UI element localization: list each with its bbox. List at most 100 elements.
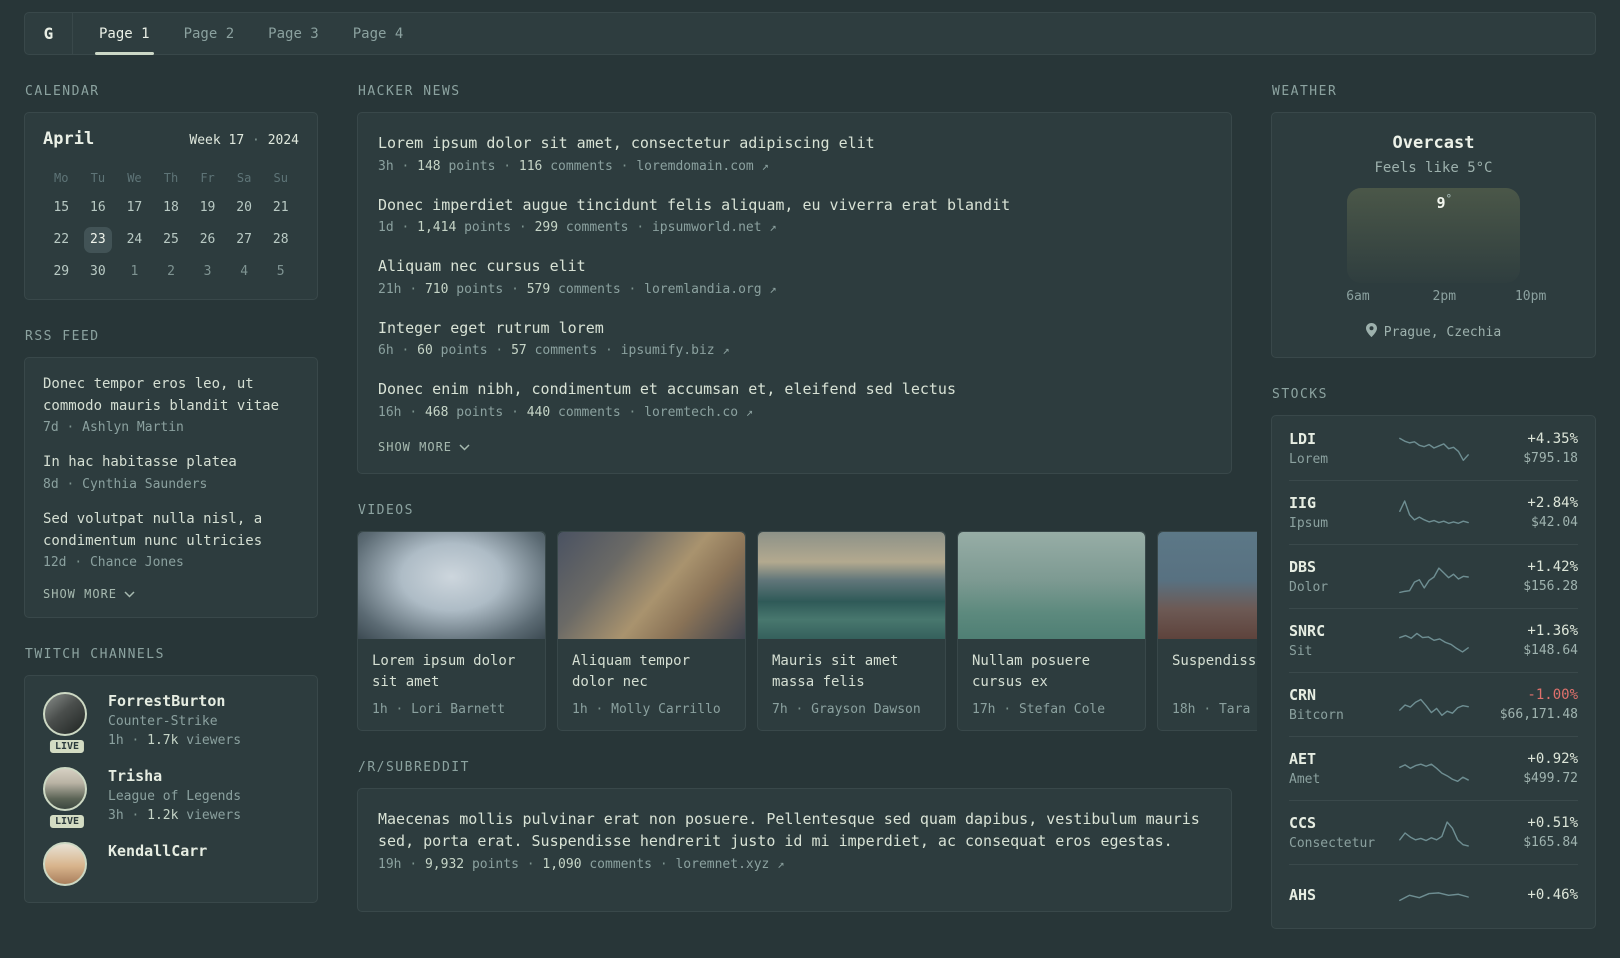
calendar-day[interactable]: 29 <box>47 259 76 285</box>
calendar-day[interactable]: 1 <box>120 259 149 285</box>
reddit-post-title[interactable]: Maecenas mollis pulvinar erat non posuer… <box>378 808 1211 853</box>
avatar[interactable] <box>43 767 87 812</box>
calendar-day[interactable]: 19 <box>193 195 222 221</box>
hn-item-domain-link[interactable]: ipsumify.biz <box>621 343 715 358</box>
calendar-day[interactable]: 30 <box>84 259 113 285</box>
video-title[interactable]: Aliquam tempor dolor nec pharetra… <box>572 651 731 695</box>
rss-show-more-button[interactable]: SHOW MORE <box>43 587 299 601</box>
stock-row: CCS Consectetur +0.51% $165.84 <box>1289 800 1578 864</box>
hn-item-domain-link[interactable]: loremlandia.org <box>644 282 761 297</box>
video-title[interactable]: Nullam posuere cursus ex <box>972 651 1131 695</box>
video-title[interactable]: Suspendisse diam <box>1172 651 1257 695</box>
stock-symbol[interactable]: CRN <box>1289 686 1385 704</box>
calendar-day[interactable]: 3 <box>193 259 222 285</box>
right-column: WEATHER Overcast Feels like 5°C 9° 6am 2pm… <box>1271 84 1596 958</box>
calendar-day[interactable]: 2 <box>157 259 186 285</box>
calendar-day[interactable]: 4 <box>230 259 259 285</box>
calendar-day[interactable]: 21 <box>266 195 295 221</box>
weather-time-label: 2pm <box>1432 289 1457 304</box>
hn-item-domain-link[interactable]: loremtech.co <box>644 405 738 420</box>
calendar-day[interactable]: 5 <box>266 259 295 285</box>
subreddit-section-title: /R/SUBREDDIT <box>358 759 470 775</box>
calendar-day[interactable]: 20 <box>230 195 259 221</box>
video-thumbnail[interactable] <box>358 531 545 639</box>
hn-item-domain-link[interactable]: ipsumworld.net <box>652 220 762 235</box>
middle-column: HACKER NEWS Lorem ipsum dolor sit amet, … <box>357 84 1257 958</box>
stock-symbol[interactable]: CCS <box>1289 814 1385 832</box>
hn-item-domain-link[interactable]: loremdomain.com <box>636 159 753 174</box>
calendar-day[interactable]: 18 <box>157 195 186 221</box>
stock-change: +0.92% <box>1527 751 1578 767</box>
stock-price: $156.28 <box>1523 579 1578 594</box>
calendar-day[interactable]: 16 <box>84 195 113 221</box>
twitch-channel: LIVE Trisha League of Legends 3h · 1.2k … <box>43 767 299 831</box>
rss-item-title[interactable]: In hac habitasse platea <box>43 452 299 474</box>
stock-symbol[interactable]: AET <box>1289 750 1385 768</box>
stock-sparkline <box>1385 878 1482 916</box>
hn-show-more-button[interactable]: SHOW MORE <box>378 440 1211 454</box>
calendar-day[interactable]: 25 <box>157 227 186 253</box>
calendar-day[interactable]: 22 <box>47 227 76 253</box>
weather-current-temp: 9° <box>1436 192 1453 212</box>
chevron-down-icon <box>459 440 470 454</box>
rss-item-title[interactable]: Sed volutpat nulla nisl, a condimentum n… <box>43 509 299 552</box>
calendar-day[interactable]: 17 <box>120 195 149 221</box>
stock-symbol[interactable]: DBS <box>1289 558 1385 576</box>
subreddit-widget: /R/SUBREDDIT Maecenas mollis pulvinar er… <box>357 760 1232 912</box>
calendar-weekday: We <box>127 171 142 185</box>
calendar-day[interactable]: 24 <box>120 227 149 253</box>
hn-item-title[interactable]: Integer eget rutrum lorem <box>378 317 1211 340</box>
video-thumbnail[interactable] <box>958 531 1145 639</box>
calendar-day[interactable]: 15 <box>47 195 76 221</box>
rss-item-title[interactable]: Donec tempor eros leo, ut commodo mauris… <box>43 374 299 417</box>
weather-hourly-chart: 9° 6am 2pm 10pm <box>1304 188 1563 307</box>
stock-sparkline <box>1385 750 1482 788</box>
tab-page-4[interactable]: Page 4 <box>349 13 408 54</box>
calendar-week-year: Week 17 · 2024 <box>189 133 299 148</box>
reddit-post: Maecenas mollis pulvinar erat non posuer… <box>378 808 1211 872</box>
reddit-post-domain-link[interactable]: loremnet.xyz <box>675 857 769 872</box>
stock-row: LDI Lorem +4.35% $795.18 <box>1289 416 1578 480</box>
twitch-channel-name[interactable]: Trisha <box>108 767 241 785</box>
stock-symbol[interactable]: SNRC <box>1289 622 1385 640</box>
hn-item-title[interactable]: Aliquam nec cursus elit <box>378 255 1211 278</box>
weather-location[interactable]: Prague, Czechia <box>1290 323 1577 341</box>
twitch-channel-name[interactable]: ForrestBurton <box>108 692 241 710</box>
stock-symbol[interactable]: IIG <box>1289 494 1385 512</box>
video-thumbnail[interactable] <box>758 531 945 639</box>
stock-price: $66,171.48 <box>1499 707 1578 722</box>
twitch-channel-name[interactable]: KendallCarr <box>108 842 207 860</box>
videos-section-title: VIDEOS <box>358 502 414 518</box>
stock-row: AHS +0.46% <box>1289 864 1578 928</box>
stock-change: +2.84% <box>1527 495 1578 511</box>
calendar-weekday: Fr <box>200 171 215 185</box>
weather-widget: WEATHER Overcast Feels like 5°C 9° 6am 2pm… <box>1271 84 1596 358</box>
calendar-weekday: Sa <box>236 171 252 185</box>
tab-page-2[interactable]: Page 2 <box>180 13 239 54</box>
app-logo[interactable]: G <box>25 13 73 54</box>
stock-symbol[interactable]: LDI <box>1289 430 1385 448</box>
hn-item-meta: 21h · 710 points · 579 comments · loreml… <box>378 281 777 297</box>
avatar[interactable] <box>43 842 87 887</box>
hn-item-title[interactable]: Donec imperdiet augue tincidunt felis al… <box>378 194 1211 217</box>
calendar-day[interactable]: 26 <box>193 227 222 253</box>
tab-page-3[interactable]: Page 3 <box>264 13 323 54</box>
twitch-channel: KendallCarr <box>43 842 299 887</box>
video-card: Aliquam tempor dolor nec pharetra… 1h · … <box>557 530 746 731</box>
stock-sparkline <box>1385 558 1482 596</box>
stock-name: Ipsum <box>1289 516 1329 531</box>
hn-item-title[interactable]: Donec enim nibh, condimentum et accumsan… <box>378 378 1211 401</box>
video-thumbnail[interactable] <box>558 531 745 639</box>
video-title[interactable]: Lorem ipsum dolor sit amet consectetu… <box>372 651 531 695</box>
stock-change: +4.35% <box>1527 430 1578 447</box>
calendar-day[interactable]: 28 <box>266 227 295 253</box>
hn-item-title[interactable]: Lorem ipsum dolor sit amet, consectetur … <box>378 132 1211 155</box>
avatar[interactable] <box>43 692 87 737</box>
video-title[interactable]: Mauris sit amet massa felis <box>772 651 931 695</box>
video-thumbnail[interactable] <box>1158 531 1257 639</box>
calendar-day-selected[interactable]: 23 <box>83 227 113 253</box>
hn-item-meta: 1d · 1,414 points · 299 comments · ipsum… <box>378 220 777 235</box>
calendar-day[interactable]: 27 <box>230 227 259 253</box>
tab-page-1[interactable]: Page 1 <box>95 13 154 55</box>
stock-symbol[interactable]: AHS <box>1289 886 1385 904</box>
